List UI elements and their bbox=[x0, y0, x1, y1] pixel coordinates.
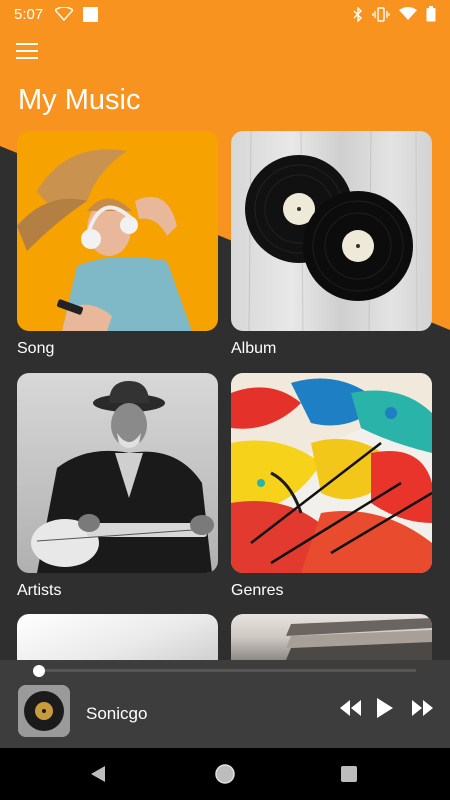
menu-icon[interactable] bbox=[16, 43, 38, 61]
tile-song[interactable]: Song bbox=[17, 131, 218, 357]
wifi-question-icon bbox=[55, 7, 74, 21]
song-image bbox=[17, 131, 218, 331]
fast-forward-icon[interactable] bbox=[412, 700, 434, 716]
tile-partial-2[interactable] bbox=[231, 614, 432, 660]
page-title: My Music bbox=[18, 84, 141, 116]
progress-track[interactable] bbox=[38, 669, 416, 672]
tile-label: Song bbox=[17, 340, 55, 357]
status-time: 5:07 bbox=[14, 5, 44, 23]
tile-label: Album bbox=[231, 340, 277, 357]
system-nav-bar bbox=[0, 748, 450, 800]
now-playing-title: Sonicgo bbox=[86, 704, 148, 723]
tile-artists[interactable]: Artists bbox=[17, 373, 218, 599]
notification-square-icon bbox=[83, 6, 99, 22]
bluetooth-icon bbox=[353, 6, 362, 22]
now-playing-art[interactable] bbox=[18, 685, 70, 737]
status-bar: 5:07 bbox=[0, 0, 450, 28]
tile-label: Artists bbox=[17, 582, 62, 599]
tile-partial-1[interactable] bbox=[17, 614, 218, 660]
play-icon[interactable] bbox=[377, 698, 393, 718]
battery-icon bbox=[426, 6, 436, 22]
home-icon[interactable] bbox=[214, 763, 236, 785]
wifi-icon bbox=[399, 7, 417, 20]
tile-album[interactable]: Album bbox=[231, 131, 432, 357]
app-screen: 5:07 My Music Song Album Artists Genres … bbox=[0, 0, 450, 800]
progress-knob[interactable] bbox=[33, 665, 45, 677]
album-image bbox=[231, 131, 432, 331]
rewind-icon[interactable] bbox=[340, 700, 362, 716]
vibrate-icon bbox=[372, 6, 390, 22]
tile-label: Genres bbox=[231, 582, 284, 599]
mini-player[interactable]: Sonicgo bbox=[0, 660, 450, 748]
genres-image bbox=[231, 373, 432, 573]
artists-image bbox=[17, 373, 218, 573]
tile-image bbox=[231, 614, 432, 660]
tile-genres[interactable]: Genres bbox=[231, 373, 432, 599]
back-icon[interactable] bbox=[90, 765, 106, 783]
recents-icon[interactable] bbox=[341, 766, 357, 782]
tile-image bbox=[17, 614, 218, 660]
